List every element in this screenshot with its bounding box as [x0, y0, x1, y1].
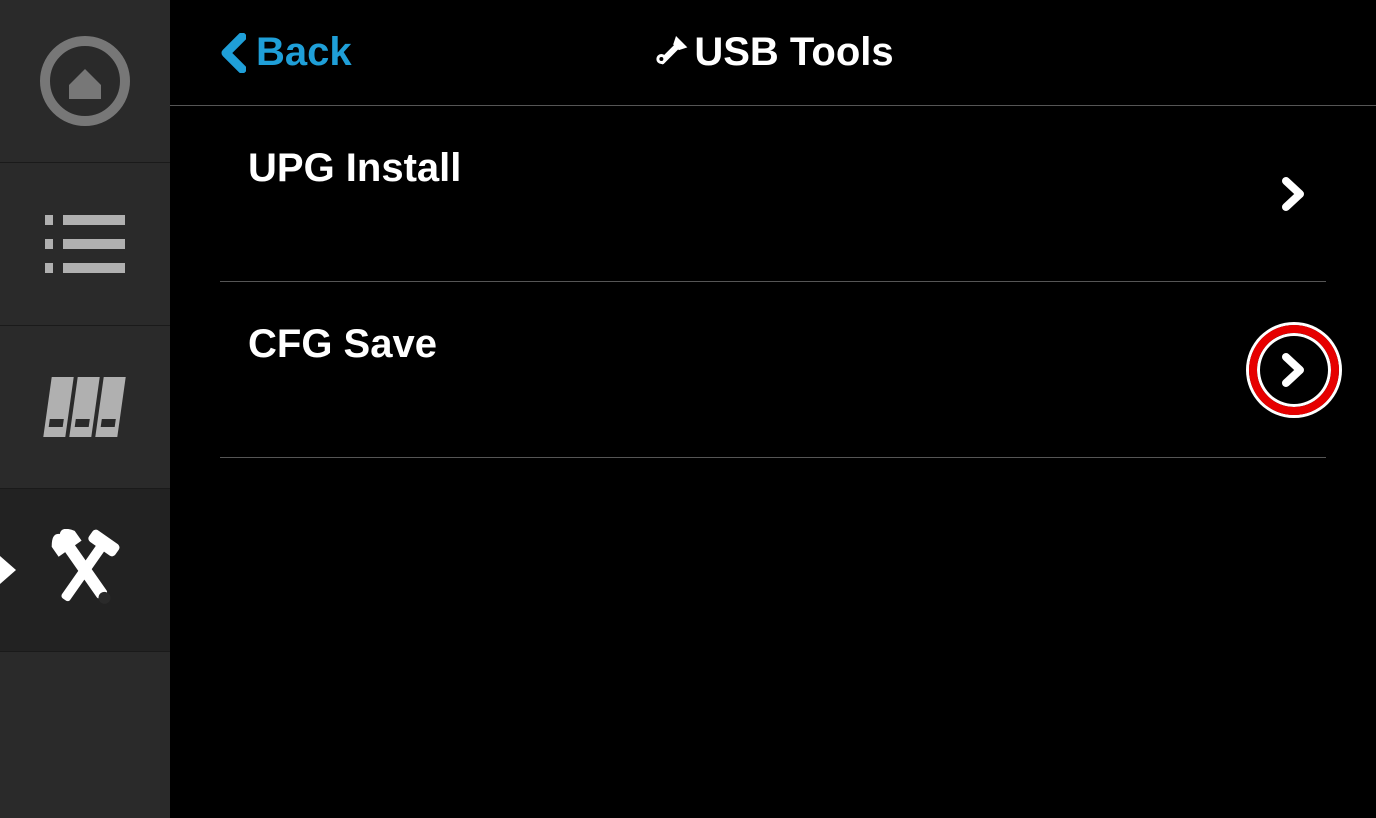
chevron-right-icon	[1282, 353, 1306, 387]
page-title: USB Tools	[652, 30, 893, 75]
usb-tools-icon	[652, 35, 688, 71]
sidebar	[0, 0, 170, 818]
sidebar-item-list[interactable]	[0, 163, 170, 326]
list-row-label: CFG Save	[248, 322, 437, 367]
back-button[interactable]: Back	[220, 30, 352, 75]
header: Back USB Tools	[170, 0, 1376, 106]
list-row-upg-install[interactable]: UPG Install	[220, 106, 1326, 282]
home-icon	[39, 35, 131, 127]
main-panel: Back USB Tools UPG Inst	[170, 0, 1376, 818]
chevron-left-icon	[220, 33, 246, 73]
servers-icon	[42, 375, 128, 439]
sidebar-item-tools[interactable]	[0, 489, 170, 652]
page-title-text: USB Tools	[694, 30, 893, 75]
sidebar-item-home[interactable]	[0, 0, 170, 163]
chevron-right-icon	[1282, 177, 1306, 211]
sidebar-item-servers[interactable]	[0, 326, 170, 489]
tools-icon	[40, 529, 130, 611]
list-icon	[45, 211, 125, 277]
highlight-annotation	[1249, 325, 1339, 415]
back-button-label: Back	[256, 30, 352, 75]
list-row-cfg-save[interactable]: CFG Save	[220, 282, 1326, 458]
list: UPG Install CFG Save	[170, 106, 1376, 818]
list-row-label: UPG Install	[248, 146, 461, 191]
